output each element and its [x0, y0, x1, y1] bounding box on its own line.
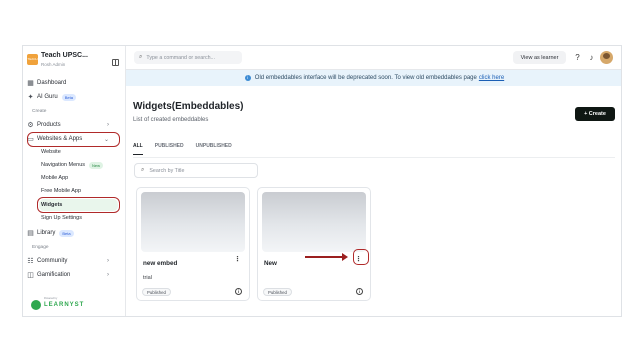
- new-badge: New: [89, 161, 104, 169]
- section-label-engage: Engage: [32, 245, 49, 250]
- card-description: trial: [143, 275, 152, 281]
- library-icon: ▤: [27, 230, 34, 237]
- status-badge: Published: [142, 288, 171, 296]
- info-icon[interactable]: i: [235, 288, 242, 295]
- section-label-create: Create: [32, 109, 47, 114]
- sidebar-item-label: Community: [37, 258, 68, 264]
- sidebar-item-gamification[interactable]: ◫ Gamification ›: [27, 269, 119, 281]
- sidebar-item-label: Products: [37, 122, 61, 128]
- sidebar-subitem-mobile-app[interactable]: Mobile App: [41, 172, 68, 184]
- main-content: Widgets(Embeddables) List of created emb…: [126, 86, 621, 316]
- highlight-websites-apps: [27, 132, 120, 147]
- search-placeholder: Search by Title: [149, 167, 185, 174]
- card-title: New: [264, 260, 277, 267]
- chevron-right-icon: ›: [107, 122, 109, 128]
- sidebar-item-label: AI Guru: [37, 94, 58, 100]
- app-window: TEACH UPSC Teach UPSC... Rosh Admin ▦ Da…: [22, 45, 622, 317]
- users-icon: ☷: [27, 258, 34, 265]
- footer-powered-by: Powered by: [44, 297, 58, 300]
- deprecation-banner: i Old embeddables interface will be depr…: [126, 70, 621, 86]
- sidebar-item-dashboard[interactable]: ▦ Dashboard: [27, 77, 119, 89]
- footer-brand-text: LEARNYST: [44, 302, 85, 308]
- tab-bar: ALL PUBLISHED UNPUBLISHED: [133, 143, 244, 155]
- sidebar-item-label: Gamification: [37, 272, 71, 278]
- gamepad-icon: ◫: [27, 272, 34, 279]
- info-icon[interactable]: i: [356, 288, 363, 295]
- info-icon: i: [244, 75, 251, 81]
- grid-icon: ▦: [27, 80, 34, 87]
- sidebar-item-label: Dashboard: [37, 80, 67, 86]
- sidebar: TEACH UPSC Teach UPSC... Rosh Admin ▦ Da…: [23, 46, 126, 316]
- sidebar-subitem-website[interactable]: Website: [41, 146, 61, 158]
- widget-card[interactable]: New ⋮ Published i: [257, 187, 371, 301]
- search-by-title-input[interactable]: ⌕ Search by Title: [134, 163, 258, 178]
- sidebar-subitem-navigation-menus[interactable]: Navigation Menus New: [41, 159, 104, 171]
- box-icon: ⚙: [27, 122, 34, 129]
- sidebar-item-community[interactable]: ☷ Community ›: [27, 255, 119, 267]
- command-search-input[interactable]: ⌕ Type a command or search...: [134, 51, 242, 64]
- search-icon: ⌕: [141, 167, 145, 173]
- search-icon: ⌕: [139, 54, 143, 60]
- tab-published[interactable]: PUBLISHED: [155, 143, 184, 155]
- status-badge: Published: [263, 288, 292, 296]
- page-title: Widgets(Embeddables): [133, 101, 244, 112]
- sidebar-subitem-signup-settings[interactable]: Sign Up Settings: [41, 212, 82, 224]
- footer-brand: Powered by LEARNYST: [31, 297, 85, 310]
- more-options-icon[interactable]: ⋮: [234, 255, 241, 263]
- chevron-right-icon: ›: [107, 272, 109, 278]
- highlight-widgets: [37, 197, 120, 213]
- banner-link[interactable]: click here: [479, 75, 504, 81]
- page-subtitle: List of created embeddables: [133, 117, 209, 123]
- card-title: new embed: [143, 260, 178, 267]
- card-thumbnail: [262, 192, 366, 252]
- beta-badge: Beta: [61, 93, 76, 101]
- tabs-divider: [133, 157, 615, 158]
- help-icon[interactable]: ?: [573, 53, 582, 62]
- more-options-icon[interactable]: ⋮: [355, 255, 362, 263]
- topbar: ⌕ Type a command or search... View as le…: [126, 46, 621, 70]
- brand-subtitle: Rosh Admin: [41, 62, 66, 67]
- tab-all[interactable]: ALL: [133, 143, 143, 155]
- sidebar-item-label: Library: [37, 230, 56, 236]
- beta-badge: Beta: [59, 229, 74, 237]
- avatar[interactable]: [600, 51, 613, 64]
- sidebar-item-products[interactable]: ⚙ Products ›: [27, 119, 119, 131]
- create-button[interactable]: + Create: [575, 107, 615, 121]
- sidebar-collapse-icon[interactable]: [112, 59, 119, 66]
- annotation-arrow: [305, 253, 348, 261]
- widget-card[interactable]: new embed ⋮ trial Published i: [136, 187, 250, 301]
- chevron-right-icon: ›: [107, 258, 109, 264]
- brand-title: Teach UPSC...: [41, 52, 88, 59]
- view-as-learner-button[interactable]: View as learner: [513, 51, 566, 64]
- tab-unpublished[interactable]: UNPUBLISHED: [196, 143, 232, 155]
- banner-text: Old embeddables interface will be deprec…: [254, 75, 477, 81]
- search-placeholder: Type a command or search...: [146, 54, 215, 61]
- brand[interactable]: TEACH UPSC Teach UPSC... Rosh Admin: [27, 51, 122, 72]
- brand-logo: TEACH UPSC: [27, 54, 38, 72]
- sidebar-item-ai-guru[interactable]: ✦ AI Guru Beta: [27, 91, 119, 103]
- sidebar-subitem-free-mobile-app[interactable]: Free Mobile App: [41, 185, 81, 197]
- bell-icon[interactable]: ♪: [587, 53, 596, 62]
- sparkle-icon: ✦: [27, 94, 34, 101]
- card-thumbnail: [141, 192, 245, 252]
- sidebar-subitem-label: Navigation Menus: [41, 162, 86, 168]
- sidebar-item-library[interactable]: ▤ Library Beta: [27, 227, 119, 239]
- learnyst-logo-icon: [31, 300, 41, 310]
